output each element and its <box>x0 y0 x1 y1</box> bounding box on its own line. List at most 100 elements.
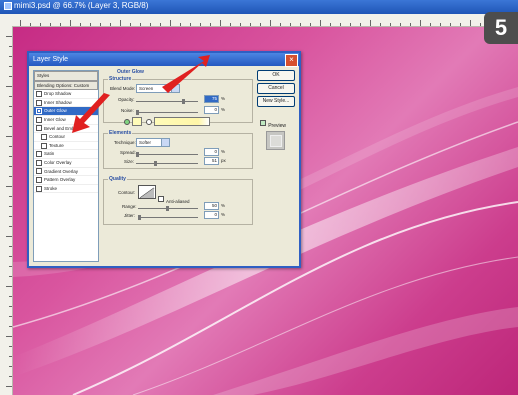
style-list-item[interactable]: Color Overlay <box>34 159 98 168</box>
ruler-tick <box>9 46 12 47</box>
ruler-tick <box>9 176 12 177</box>
spread-slider[interactable] <box>136 152 198 157</box>
new-style-button[interactable]: New Style... <box>257 96 295 107</box>
preview-checkbox-box[interactable] <box>260 119 267 126</box>
spread-unit: % <box>221 149 226 154</box>
style-list-item[interactable]: Satin <box>34 150 98 159</box>
ruler-tick <box>90 23 91 26</box>
ruler-tick <box>290 23 291 26</box>
style-list-item[interactable]: Gradient Overlay <box>34 168 98 177</box>
ok-button[interactable]: OK <box>257 70 295 81</box>
ruler-tick <box>6 336 12 337</box>
effect-checkbox[interactable] <box>36 168 42 175</box>
effect-checkbox[interactable] <box>36 159 42 166</box>
ruler-tick <box>120 20 121 26</box>
jitter-field[interactable]: 0 <box>204 211 219 219</box>
close-icon[interactable]: × <box>285 54 298 67</box>
anti-aliased-checkbox[interactable]: Anti-aliased <box>158 190 190 208</box>
effect-checkbox[interactable] <box>36 185 42 192</box>
effect-label: Stroke <box>44 185 58 191</box>
style-preview-thumbnail <box>266 131 285 150</box>
blending-options-item[interactable]: Blending Options: Custom <box>34 80 98 91</box>
style-list-item[interactable]: Texture <box>34 142 98 151</box>
effect-checkbox[interactable] <box>36 91 42 97</box>
opacity-field[interactable]: 75 <box>204 95 219 103</box>
effect-checkbox[interactable] <box>41 142 47 149</box>
style-list-item[interactable]: Stroke <box>34 185 98 194</box>
ruler-tick <box>200 23 201 26</box>
jitter-slider-thumb[interactable] <box>138 215 141 220</box>
range-slider[interactable] <box>138 206 198 211</box>
effect-checkbox[interactable] <box>41 133 47 140</box>
horizontal-ruler[interactable] <box>0 14 518 27</box>
glow-color-swatch[interactable] <box>132 117 142 126</box>
ruler-tick <box>6 86 12 87</box>
ruler-tick <box>9 106 12 107</box>
ruler-tick <box>260 23 261 26</box>
ruler-tick <box>9 146 12 147</box>
ruler-tick <box>460 23 461 26</box>
ruler-tick <box>6 136 12 137</box>
opacity-slider[interactable] <box>136 99 198 104</box>
effect-checkbox[interactable] <box>36 108 42 115</box>
preview-checkbox[interactable]: Preview <box>260 114 286 132</box>
blend-mode-label: Blend Mode: <box>110 86 136 91</box>
effect-checkbox[interactable] <box>36 176 42 183</box>
effect-label: Gradient Overlay <box>44 168 79 174</box>
effect-checkbox[interactable] <box>36 116 42 123</box>
size-slider-thumb[interactable] <box>154 161 157 166</box>
structure-label: Structure <box>108 76 133 82</box>
noise-slider-thumb[interactable] <box>136 110 139 115</box>
anti-aliased-checkbox-box[interactable] <box>158 195 164 202</box>
ruler-tick <box>9 276 12 277</box>
ruler-tick <box>9 116 12 117</box>
size-label: Size: <box>124 159 135 164</box>
ruler-tick <box>230 23 231 26</box>
noise-slider[interactable] <box>136 110 198 115</box>
glow-color-radio[interactable] <box>124 119 130 125</box>
ruler-tick <box>40 23 41 26</box>
document-title-bar[interactable]: mimi3.psd @ 66.7% (Layer 3, RGB/8) <box>0 0 518 14</box>
ruler-tick <box>470 20 471 26</box>
effect-label: Contour <box>49 134 66 140</box>
range-unit: % <box>221 203 226 208</box>
vertical-ruler[interactable] <box>0 26 13 395</box>
ruler-tick <box>370 20 371 26</box>
ruler-tick <box>180 23 181 26</box>
ruler-tick <box>80 23 81 26</box>
ruler-tick <box>6 236 12 237</box>
ruler-tick <box>6 186 12 187</box>
range-slider-thumb[interactable] <box>166 206 169 211</box>
contour-picker[interactable] <box>138 185 156 199</box>
ruler-tick <box>150 23 151 26</box>
spread-field[interactable]: 0 <box>204 148 219 156</box>
ruler-tick <box>170 20 171 26</box>
opacity-slider-thumb[interactable] <box>182 99 185 104</box>
effect-label: Color Overlay <box>44 159 72 165</box>
size-field[interactable]: 51 <box>204 157 219 165</box>
styles-header[interactable]: Styles <box>34 71 98 81</box>
effect-checkbox[interactable] <box>36 125 42 132</box>
ruler-tick <box>300 23 301 26</box>
effect-label: Satin <box>44 151 55 157</box>
spread-slider-thumb[interactable] <box>136 152 139 157</box>
glow-gradient-picker[interactable] <box>154 117 210 126</box>
cancel-button[interactable]: Cancel <box>257 83 295 94</box>
range-field[interactable]: 50 <box>204 202 219 210</box>
style-preview-swatch <box>270 135 282 147</box>
ruler-tick <box>310 23 311 26</box>
ruler-tick <box>9 196 12 197</box>
style-list-item[interactable]: Pattern Overlay <box>34 176 98 185</box>
ruler-tick <box>9 206 12 207</box>
noise-field[interactable]: 0 <box>204 106 219 114</box>
glow-gradient-radio[interactable] <box>146 119 152 125</box>
ruler-tick <box>160 23 161 26</box>
ruler-tick <box>9 56 12 57</box>
jitter-slider[interactable] <box>138 215 198 220</box>
effect-checkbox[interactable] <box>36 99 42 106</box>
technique-select[interactable]: Softer <box>136 138 170 147</box>
effect-checkbox[interactable] <box>36 151 42 158</box>
size-slider[interactable] <box>136 161 198 166</box>
effect-label: Texture <box>49 142 64 148</box>
ruler-tick <box>360 23 361 26</box>
